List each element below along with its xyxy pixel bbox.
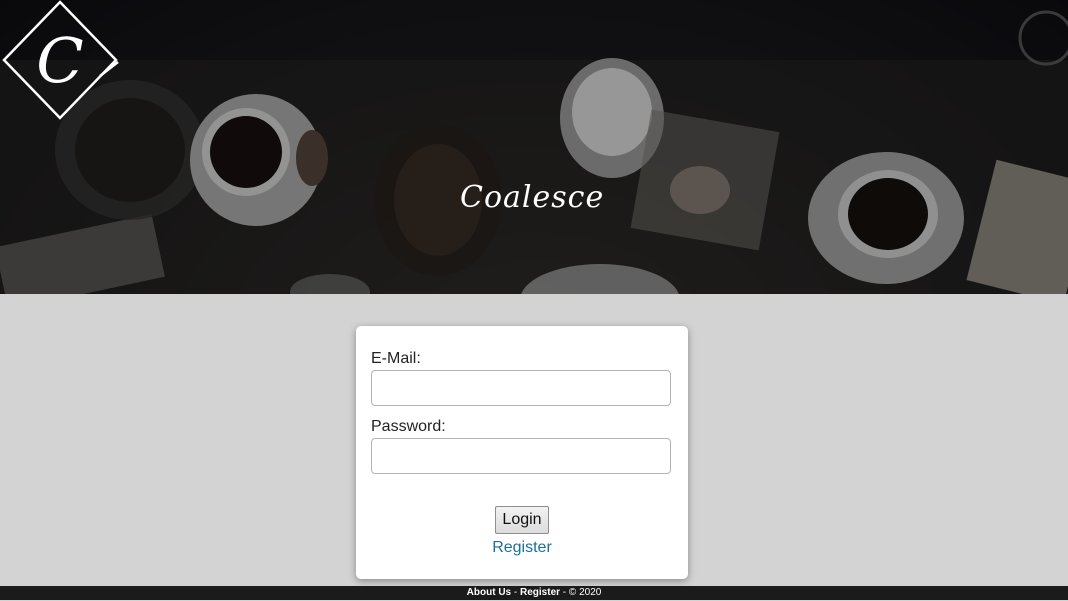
footer-separator: -: [511, 587, 521, 598]
brand-logo-icon: C: [2, 0, 119, 120]
email-field[interactable]: [371, 370, 671, 406]
footer: About Us - Register - © 2020: [0, 586, 1068, 600]
password-field[interactable]: [371, 438, 671, 474]
register-link[interactable]: Register: [356, 539, 688, 557]
footer-separator: -: [560, 587, 569, 598]
footer-about-link[interactable]: About Us: [467, 587, 511, 598]
login-button[interactable]: Login: [495, 506, 549, 534]
logo-letter: C: [36, 24, 83, 97]
footer-copyright: © 2020: [568, 587, 602, 598]
footer-register-link[interactable]: Register: [520, 587, 560, 598]
login-card: E-Mail: Password: Login Register: [356, 326, 688, 579]
hero-background-photo: [0, 0, 1068, 294]
password-label: Password:: [371, 418, 446, 435]
hero-banner: C Coalesce: [0, 0, 1068, 294]
brand-name: Coalesce: [460, 180, 605, 215]
email-label: E-Mail:: [371, 350, 421, 367]
